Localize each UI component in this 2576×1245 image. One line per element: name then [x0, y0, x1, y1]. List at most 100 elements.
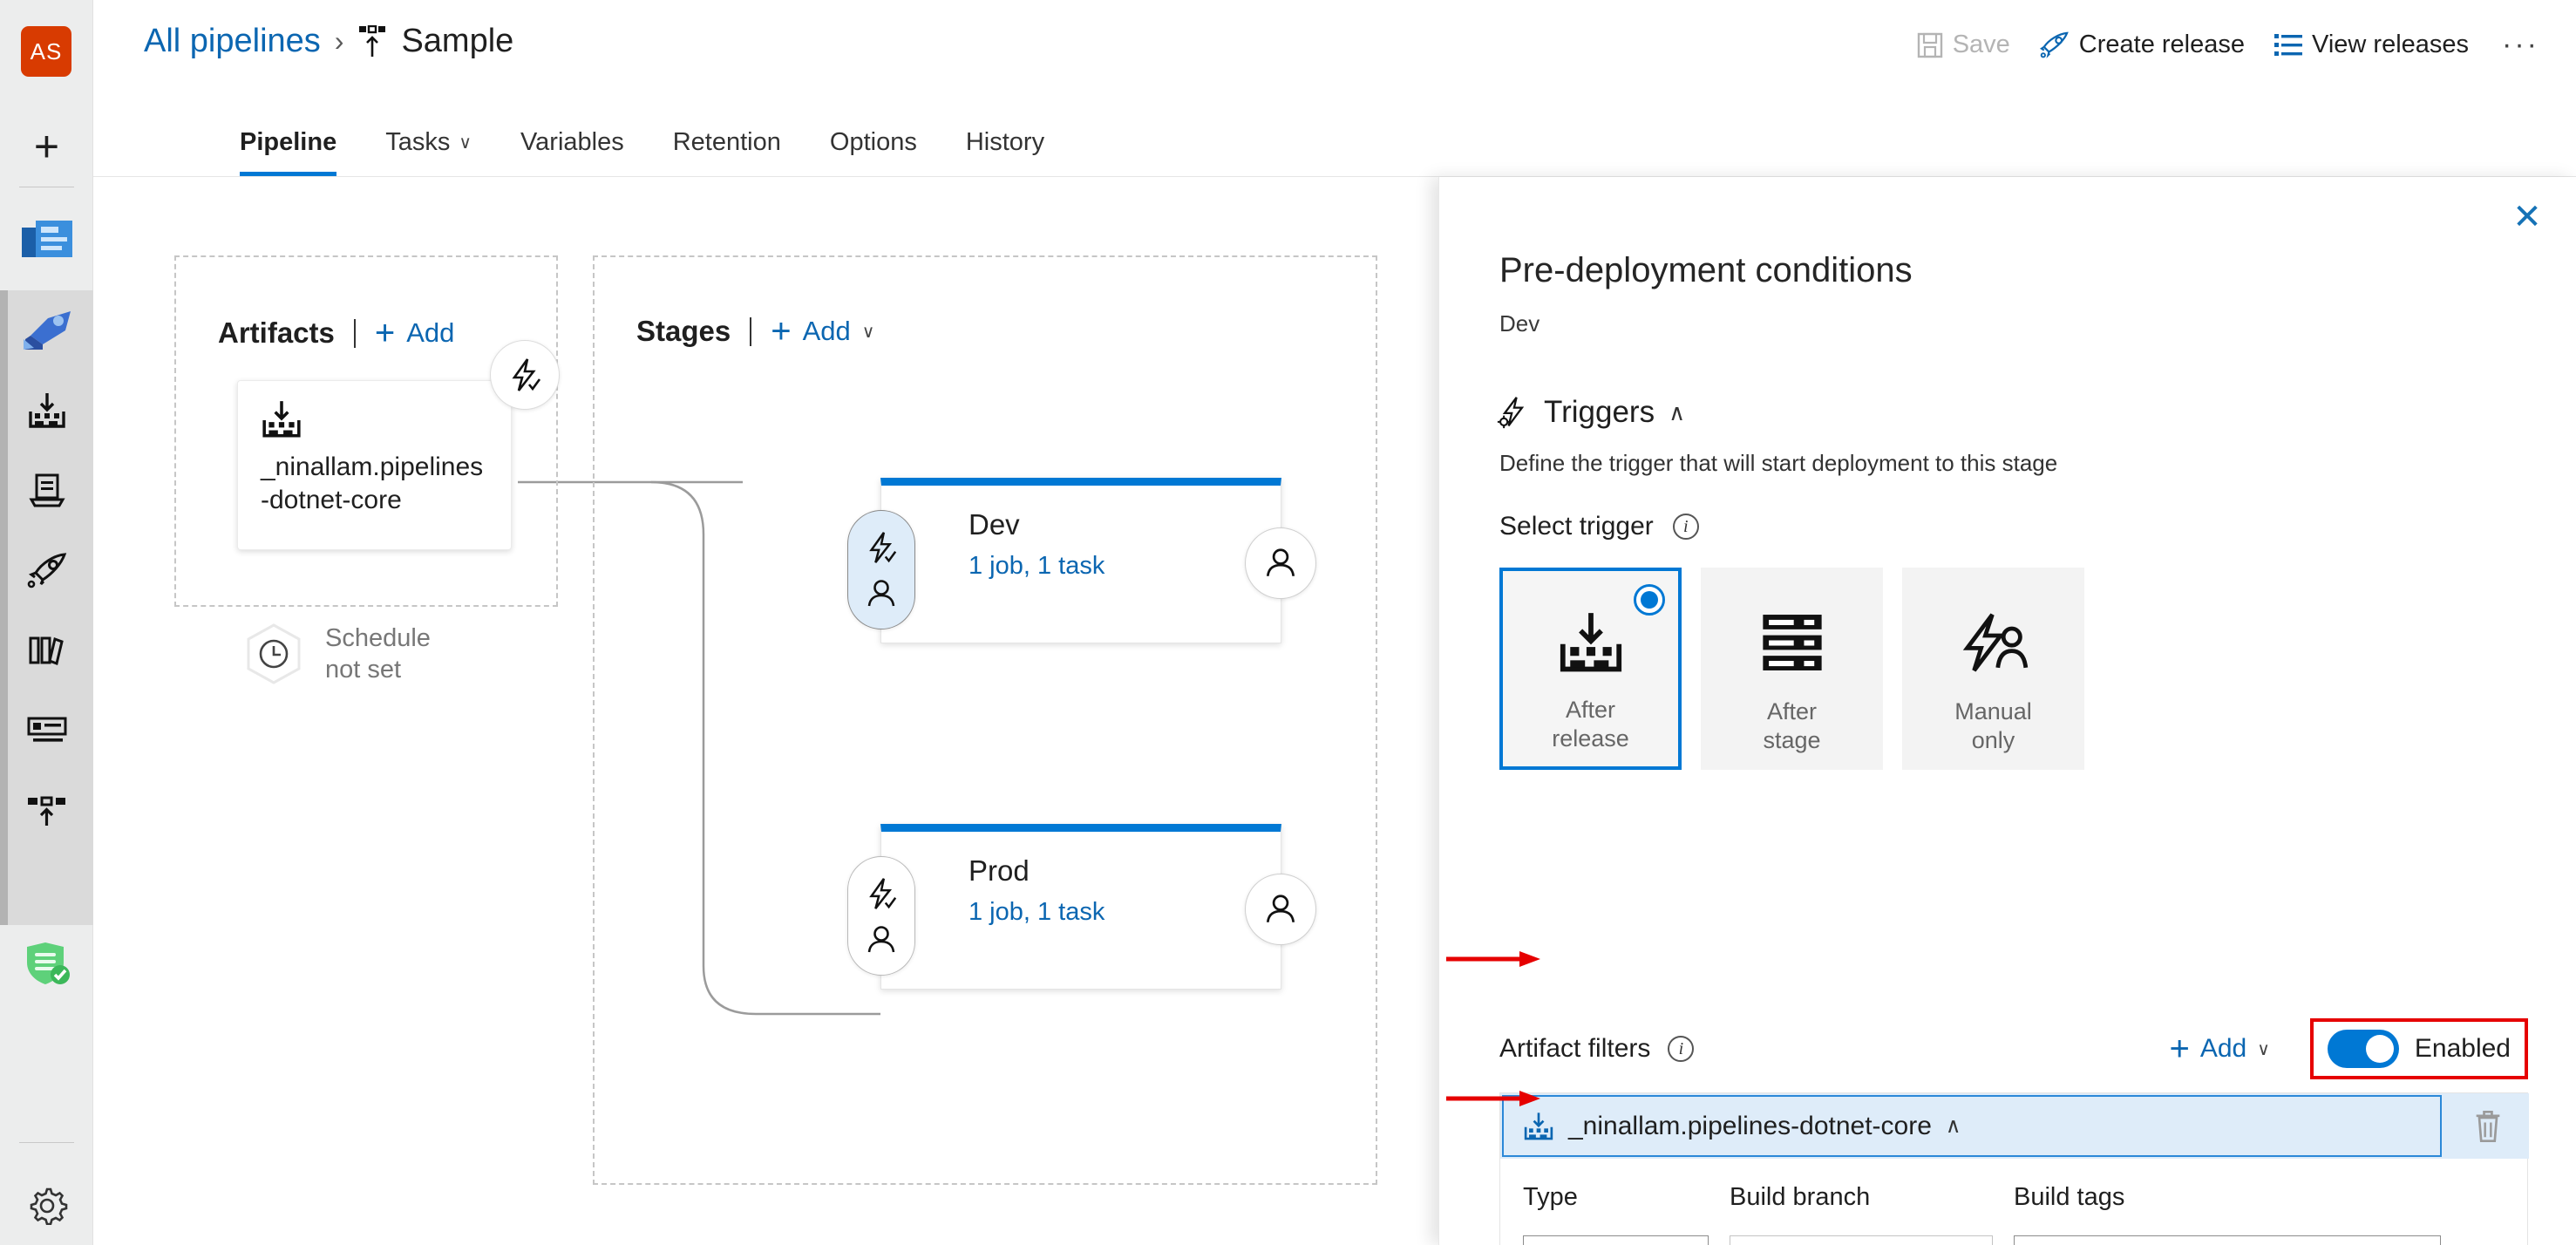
trash-icon — [2473, 1109, 2503, 1144]
release-pipeline-icon — [357, 24, 387, 58]
artifact-filters-toggle[interactable] — [2327, 1030, 2399, 1068]
add-artifact-label: Add — [406, 317, 455, 348]
annotation-arrow-filter-type — [1446, 1091, 1540, 1106]
tab-tasks[interactable]: Tasks ∨ — [361, 128, 496, 176]
rail-item-pipelines[interactable] — [0, 290, 93, 371]
annotation-arrow-artifact-filter — [1446, 951, 1540, 967]
schedule-text: Schedule not set — [325, 622, 431, 686]
trigger-lightning-icon — [864, 876, 899, 911]
save-button[interactable]: Save — [1917, 31, 2010, 59]
add-artifact-filter-label: Add — [2199, 1034, 2247, 1063]
tab-pipeline-label: Pipeline — [240, 128, 337, 156]
tab-history-label: History — [965, 128, 1045, 156]
stages-region — [593, 255, 1377, 1185]
chevron-up-icon[interactable]: ∧ — [1669, 399, 1685, 426]
gear-icon — [26, 1183, 68, 1225]
tab-options[interactable]: Options — [805, 128, 941, 176]
avatar-initials: AS — [30, 37, 63, 65]
view-releases-label: View releases — [2312, 31, 2470, 58]
tab-tasks-label: Tasks — [385, 128, 451, 156]
rail-item-environments[interactable] — [0, 691, 93, 772]
rail-item-overview[interactable] — [0, 201, 93, 281]
schedule-indicator[interactable]: Schedule not set — [241, 622, 431, 686]
close-icon[interactable]: ✕ — [2503, 193, 2552, 242]
clock-icon — [241, 622, 306, 686]
filter-type-select[interactable]: Include ∨ — [1523, 1235, 1709, 1245]
add-artifact-filter-button[interactable]: + Add ∨ — [2169, 1030, 2270, 1068]
trigger-lightning-icon — [864, 530, 899, 565]
after-release-label: After release — [1552, 696, 1629, 752]
add-stage-button[interactable]: + Add ∨ — [771, 314, 874, 349]
artifact-filter-chip[interactable]: _ninallam.pipelines-dotnet-core ∧ — [1502, 1095, 2442, 1157]
tab-variables[interactable]: Variables — [496, 128, 649, 176]
tab-bar: Pipeline Tasks ∨ Variables Retention Opt… — [93, 108, 2576, 177]
pre-deployment-conditions-badge-prod[interactable] — [847, 856, 915, 976]
manual-only-line1: Manual — [1954, 698, 2032, 725]
tab-retention[interactable]: Retention — [649, 128, 805, 176]
trigger-settings-icon — [1497, 396, 1530, 429]
trigger-option-after-stage[interactable]: After stage — [1701, 568, 1883, 770]
stage-name-prod: Prod — [969, 854, 1030, 887]
artifacts-title: Artifacts — [218, 316, 335, 349]
chevron-up-icon[interactable]: ∧ — [1946, 1113, 1961, 1139]
tab-options-label: Options — [829, 128, 917, 156]
rail-item-test-plans[interactable] — [0, 611, 93, 691]
header-toolbar: Save Create release View releases ··· — [1917, 28, 2539, 62]
triggers-section-header[interactable]: Triggers ∧ — [1497, 395, 1685, 430]
tab-retention-label: Retention — [672, 128, 781, 156]
library-icon — [28, 473, 66, 509]
filter-build-tags-input[interactable] — [2014, 1235, 2441, 1245]
divider — [353, 318, 356, 348]
plus-icon: + — [2169, 1030, 2190, 1068]
stages-header: Stages + Add ∨ — [636, 314, 874, 349]
after-release-line2: release — [1552, 725, 1629, 752]
list-icon — [2274, 33, 2303, 58]
post-deployment-conditions-badge-dev[interactable] — [1245, 527, 1316, 599]
trigger-option-manual-only[interactable]: Manual only — [1902, 568, 2084, 770]
stage-card-prod[interactable]: Prod 1 job, 1 task — [847, 824, 1316, 990]
schedule-line2: not set — [325, 656, 402, 684]
tab-history[interactable]: History — [941, 128, 1069, 176]
stage-subtitle-prod[interactable]: 1 job, 1 task — [969, 898, 1281, 927]
avatar[interactable]: AS — [21, 26, 71, 77]
more-actions-button[interactable]: ··· — [2498, 28, 2539, 62]
pre-approval-person-icon — [865, 923, 898, 956]
page-header: All pipelines › Sample Save Create relea… — [93, 0, 2576, 108]
info-icon[interactable]: i — [1672, 514, 1699, 540]
rail-item-security[interactable] — [0, 924, 93, 1004]
chevron-down-icon: ∨ — [2257, 1039, 2270, 1059]
create-release-button[interactable]: Create release — [2039, 31, 2245, 59]
rail-item-releases[interactable] — [0, 531, 93, 611]
tab-pipeline[interactable]: Pipeline — [215, 128, 361, 176]
artifact-card[interactable]: _ninallam.pipelines-dotnet-core — [237, 380, 512, 550]
select-trigger-label: Select trigger — [1499, 512, 1654, 541]
column-label-type: Type — [1523, 1183, 1578, 1211]
rail-item-deployment-groups[interactable] — [0, 772, 93, 852]
rail-item-create-new[interactable]: + — [0, 106, 93, 187]
plus-icon: + — [374, 314, 396, 352]
after-release-icon — [1557, 571, 1625, 696]
trigger-options: After release After stage Manual only — [1499, 568, 2084, 770]
artifact-filters-label: Artifact filters — [1499, 1034, 1651, 1063]
rail-item-library[interactable] — [0, 451, 93, 531]
radio-selected-icon[interactable] — [1634, 584, 1665, 616]
info-icon[interactable]: i — [1668, 1036, 1695, 1062]
stage-card-dev[interactable]: Dev 1 job, 1 task — [847, 478, 1316, 643]
add-artifact-button[interactable]: + Add — [374, 314, 455, 352]
stage-name-dev: Dev — [969, 508, 1020, 541]
rail-item-settings[interactable] — [0, 1164, 93, 1244]
build-artifact-icon — [261, 400, 488, 439]
breadcrumb-separator: › — [334, 25, 344, 57]
continuous-deployment-trigger-icon — [506, 357, 543, 393]
breadcrumb-all-pipelines[interactable]: All pipelines — [144, 23, 321, 60]
delete-artifact-filter-button[interactable] — [2473, 1109, 2503, 1144]
view-releases-button[interactable]: View releases — [2274, 31, 2469, 59]
rail-item-builds[interactable] — [0, 371, 93, 451]
stage-subtitle-dev[interactable]: 1 job, 1 task — [969, 552, 1281, 581]
post-deployment-conditions-badge-prod[interactable] — [1245, 874, 1316, 945]
filter-build-branch-select[interactable]: dev ∨ — [1730, 1235, 1993, 1245]
continuous-deployment-trigger-badge[interactable] — [490, 340, 560, 410]
trigger-option-after-release[interactable]: After release — [1499, 568, 1682, 770]
panel-title: Pre-deployment conditions — [1499, 251, 1913, 289]
pre-deployment-conditions-badge-dev[interactable] — [847, 510, 915, 629]
